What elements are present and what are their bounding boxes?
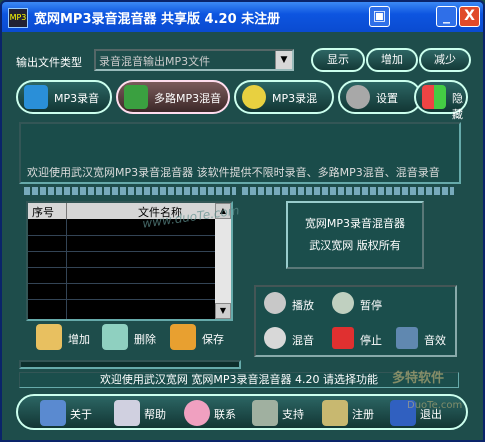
app-icon: MP3 xyxy=(8,8,28,28)
column-gridline xyxy=(66,219,67,319)
tab-label: MP3录混 xyxy=(272,92,318,105)
tab-record-mix[interactable]: MP3录混 xyxy=(234,80,334,114)
watermark-small: DuoTe.com xyxy=(407,400,463,411)
chevron-down-icon[interactable]: ▼ xyxy=(275,51,292,69)
maximize-button[interactable]: ▣ xyxy=(369,6,390,27)
recycle-icon xyxy=(124,85,148,109)
help-icon xyxy=(114,400,140,426)
banner-text: 欢迎使用武汉宽网MP3录音混音器 该软件提供不限时录音、多路MP3混音、混音录音 xyxy=(27,166,440,179)
effect-label: 音效 xyxy=(424,334,446,347)
windows-icon xyxy=(422,85,446,109)
output-type-select[interactable]: 录音混音输出MP3文件 ▼ xyxy=(94,49,294,71)
main-window: MP3 宽网MP3录音混音器 共享版 4.20 未注册 ▣ _ X 输出文件类型… xyxy=(0,0,485,442)
bottom-nav: 关于 帮助 联系 支持 注册 退出 xyxy=(16,394,468,430)
file-add-label: 增加 xyxy=(68,333,90,346)
stop-label: 停止 xyxy=(360,334,382,347)
magnifier-user-icon xyxy=(40,400,66,426)
title-bar[interactable]: MP3 宽网MP3录音混音器 共享版 4.20 未注册 ▣ _ X xyxy=(2,2,483,32)
power-icon xyxy=(332,327,354,349)
output-type-label: 输出文件类型 xyxy=(16,56,82,69)
show-button[interactable]: 显示 xyxy=(311,48,365,72)
function-tabs: MP3录音 多路MP3混音 MP3录混 设置 隐藏 xyxy=(16,80,468,121)
file-save-label: 保存 xyxy=(202,333,224,346)
output-type-value: 录音混音输出MP3文件 xyxy=(99,55,211,68)
row-gridline xyxy=(28,267,215,268)
reduce-button[interactable]: 减少 xyxy=(419,48,471,72)
tab-label: 隐藏 xyxy=(452,92,463,121)
about-label: 关于 xyxy=(70,408,92,421)
watermark-logo: 多特软件 xyxy=(392,371,445,386)
column-divider xyxy=(66,203,67,219)
pig-icon xyxy=(184,400,210,426)
tab-settings[interactable]: 设置 xyxy=(338,80,422,114)
column-index[interactable]: 序号 xyxy=(32,204,54,220)
file-list-scrollbar[interactable]: ▲ ▼ xyxy=(215,203,231,319)
smiley-icon xyxy=(242,85,266,109)
product-name: 宽网MP3录音混音器 xyxy=(304,217,406,230)
gear-icon xyxy=(346,85,370,109)
tab-label: 设置 xyxy=(376,92,398,105)
row-gridline xyxy=(28,283,215,284)
close-button[interactable]: X xyxy=(459,6,480,27)
pause-label: 暂停 xyxy=(360,299,382,312)
key-icon xyxy=(322,400,348,426)
tab-label: MP3录音 xyxy=(54,92,100,105)
play-icon xyxy=(264,292,286,314)
row-gridline xyxy=(28,299,215,300)
save-icon xyxy=(170,324,196,350)
row-gridline xyxy=(28,251,215,252)
folder-icon xyxy=(36,324,62,350)
equalizer-icon xyxy=(396,327,418,349)
scroll-down-icon[interactable]: ▼ xyxy=(215,303,231,319)
playback-controls: 播放 暂停 混音 停止 音效 xyxy=(254,285,457,357)
copyright: 武汉宽网 版权所有 xyxy=(309,239,401,252)
pause-icon xyxy=(332,292,354,314)
add-button[interactable]: 增加 xyxy=(366,48,418,72)
mix-icon xyxy=(264,327,286,349)
tab-multi-mix[interactable]: 多路MP3混音 xyxy=(116,80,230,114)
window-title: 宽网MP3录音混音器 共享版 4.20 未注册 xyxy=(34,12,281,27)
recycle-bin-icon xyxy=(102,324,128,350)
register-label: 注册 xyxy=(352,408,374,421)
speaker-icon xyxy=(24,85,48,109)
minimize-button[interactable]: _ xyxy=(436,6,457,27)
house-icon xyxy=(252,400,278,426)
product-info-box: 宽网MP3录音混音器 武汉宽网 版权所有 xyxy=(286,201,424,269)
contact-label: 联系 xyxy=(214,408,236,421)
row-gridline xyxy=(28,235,215,236)
level-meter-right xyxy=(242,187,454,195)
progress-bar xyxy=(19,360,241,369)
file-delete-label: 删除 xyxy=(134,333,156,346)
level-meter-left xyxy=(24,187,236,195)
help-label: 帮助 xyxy=(144,408,166,421)
tab-mp3-record[interactable]: MP3录音 xyxy=(16,80,112,114)
play-label: 播放 xyxy=(292,299,314,312)
mix-label: 混音 xyxy=(292,334,314,347)
welcome-banner: 欢迎使用武汉宽网MP3录音混音器 该软件提供不限时录音、多路MP3混音、混音录音 xyxy=(19,122,461,184)
support-label: 支持 xyxy=(282,408,304,421)
tab-label: 多路MP3混音 xyxy=(154,92,222,105)
tab-hide[interactable]: 隐藏 xyxy=(414,80,468,121)
